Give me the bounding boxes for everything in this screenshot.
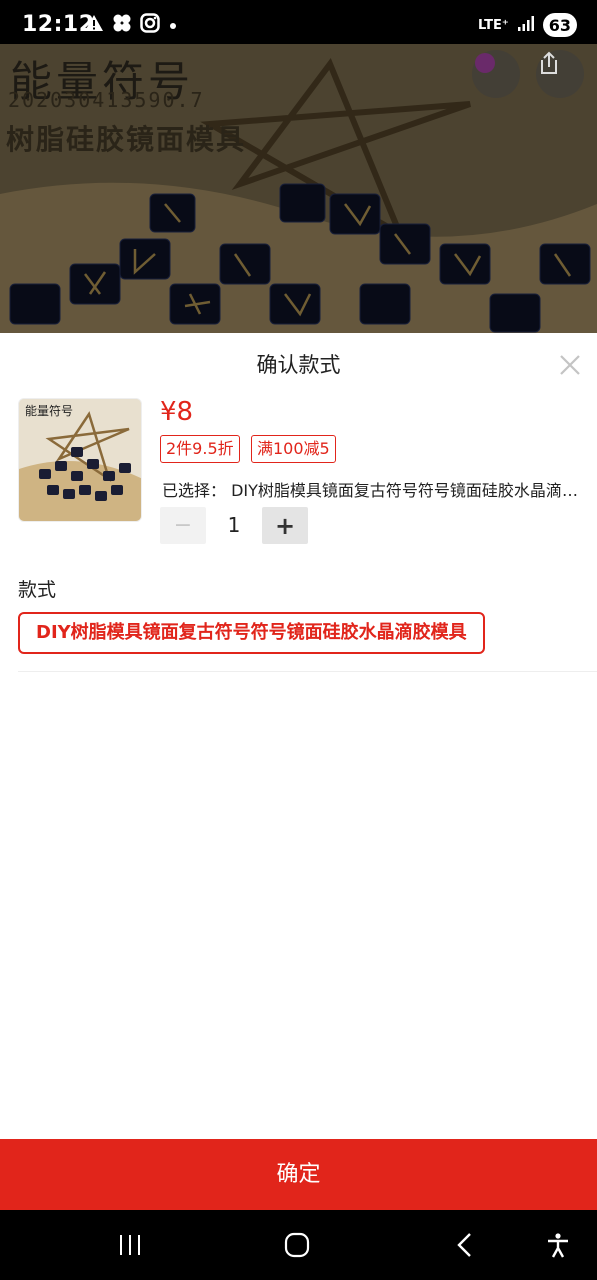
favorite-button[interactable] [472, 50, 520, 98]
home-button[interactable] [279, 1227, 315, 1263]
share-icon [541, 51, 557, 74]
selected-value: DIY树脂模具镜面复古符号符号镜面硅胶水晶滴胶模具 [231, 481, 582, 500]
minus-icon: − [173, 513, 193, 538]
network-type: LTE⁺ [477, 17, 509, 33]
accessibility-icon [548, 1233, 568, 1258]
thumbnail-title: 能量符号 [25, 403, 73, 418]
selected-spec: 已选择： DIY树脂模具镜面复古符号符号镜面硅胶水晶滴胶模具 [162, 477, 582, 501]
signal-icon [517, 14, 535, 36]
accessibility-button[interactable] [540, 1227, 576, 1263]
system-icons: LTE⁺ 63 [478, 12, 577, 38]
confirm-button[interactable]: 确定 [0, 1139, 597, 1210]
quantity-value[interactable]: 1 [206, 507, 262, 544]
warning-icon [84, 14, 104, 36]
divider [18, 671, 597, 672]
close-button[interactable] [556, 351, 584, 379]
quantity-decrease-button[interactable]: − [160, 507, 206, 544]
thumbnail-image: 能量符号 [19, 399, 141, 521]
notification-icons [84, 13, 178, 37]
spec-selection-sheet: 确认款式 能量符号 ¥8 2件9.5折 满100减5 已选择： DIY树脂模具镜… [0, 333, 597, 1210]
back-button[interactable] [447, 1227, 483, 1263]
app-cluster-icon [112, 13, 132, 37]
style-section-label: 款式 [18, 579, 57, 601]
navigation-bar [0, 1210, 597, 1280]
status-bar: 12:12 LTE⁺ 63 [0, 0, 597, 44]
home-icon [284, 1232, 310, 1258]
coupon-tag: 满100减5 [251, 435, 336, 463]
recent-apps-icon [120, 1235, 140, 1255]
quantity-increase-button[interactable]: + [262, 507, 308, 544]
back-icon [457, 1233, 471, 1257]
price: ¥8 [160, 397, 194, 427]
recent-apps-button[interactable] [112, 1227, 148, 1263]
selected-prefix: 已选择： [162, 481, 227, 500]
close-icon [560, 355, 580, 375]
dot-icon [168, 16, 178, 35]
sheet-title: 确认款式 [256, 353, 341, 377]
discount-tag: 2件9.5折 [160, 435, 240, 463]
instagram-icon [140, 13, 160, 37]
plus-icon: + [274, 511, 296, 540]
favorite-icon [475, 53, 495, 73]
product-background-image: 能量符号 20203041359​0.7 树脂硅胶镜面模具 [0, 44, 597, 334]
image-subtitle-text: 树脂硅胶镜面模具 [6, 123, 247, 156]
share-button[interactable] [536, 50, 584, 98]
style-option-selected[interactable]: DIY树脂模具镜面复古符号符号镜面硅胶水晶滴胶模具 [18, 612, 485, 654]
image-code-text: 20203041359​0.7 [8, 88, 205, 112]
product-thumbnail: 能量符号 [18, 398, 142, 522]
battery-icon: 63 [542, 13, 577, 37]
